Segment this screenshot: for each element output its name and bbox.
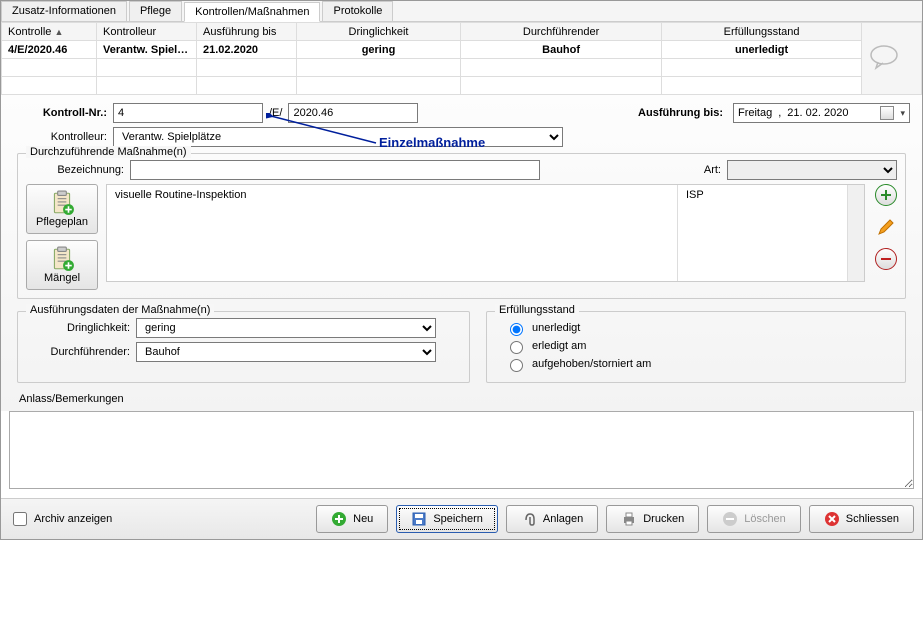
edit-measure-button[interactable] xyxy=(875,216,897,238)
clipboard-add-icon xyxy=(49,246,75,272)
tab-strip: Zusatz-Informationen Pflege Kontrollen/M… xyxy=(1,1,922,21)
kontrollnr-sep: /E/ xyxy=(263,107,288,119)
tab-protokolle[interactable]: Protokolle xyxy=(322,1,393,21)
schliessen-label: Schliessen xyxy=(846,513,899,525)
plus-circle-icon xyxy=(331,511,347,527)
paperclip-icon xyxy=(521,511,537,527)
calendar-icon[interactable] xyxy=(880,106,894,120)
bezeichnung-label: Bezeichnung: xyxy=(50,164,130,176)
loeschen-label: Löschen xyxy=(744,513,786,525)
neu-button[interactable]: Neu xyxy=(316,505,388,533)
exec-fieldset: Ausführungsdaten der Maßnahme(n) Dringli… xyxy=(17,311,470,383)
pflegeplan-button[interactable]: Pflegeplan xyxy=(26,184,98,234)
save-icon xyxy=(411,511,427,527)
dringlichkeit-select[interactable]: gering xyxy=(136,318,436,338)
main-window: Zusatz-Informationen Pflege Kontrollen/M… xyxy=(0,0,923,540)
measures-fieldset: Durchzuführende Maßnahme(n) Bezeichnung:… xyxy=(17,153,906,299)
table-row[interactable]: 4/E/2020.46 Verantw. Spiel… 21.02.2020 g… xyxy=(2,41,922,59)
scrollbar[interactable] xyxy=(848,185,864,281)
radio-unerledigt[interactable]: unerledigt xyxy=(505,320,897,336)
tab-kontrollen[interactable]: Kontrollen/Maßnahmen xyxy=(184,2,320,22)
maengel-button[interactable]: Mängel xyxy=(26,240,98,290)
tab-pflege[interactable]: Pflege xyxy=(129,1,182,21)
loeschen-button[interactable]: Löschen xyxy=(707,505,801,533)
durchfuehrender-label: Durchführender: xyxy=(26,346,136,358)
drucken-button[interactable]: Drucken xyxy=(606,505,699,533)
radio-aufgehoben-label: aufgehoben/storniert am xyxy=(532,358,651,370)
kontrollnr-suffix-input[interactable] xyxy=(288,103,418,123)
pencil-icon xyxy=(876,217,896,237)
exec-legend: Ausführungsdaten der Maßnahme(n) xyxy=(26,304,214,316)
radio-aufgehoben[interactable]: aufgehoben/storniert am xyxy=(505,356,897,372)
tab-zusatz[interactable]: Zusatz-Informationen xyxy=(1,1,127,21)
add-measure-button[interactable] xyxy=(875,184,897,206)
archive-checkbox[interactable]: Archiv anzeigen xyxy=(9,509,112,529)
durchfuehrender-select[interactable]: Bauhof xyxy=(136,342,436,362)
radio-erledigt[interactable]: erledigt am xyxy=(505,338,897,354)
radio-unerledigt-label: unerledigt xyxy=(532,322,580,334)
controls-grid[interactable]: Kontrolle ▲ Kontrolleur Ausführung bis D… xyxy=(1,22,922,95)
cell-kontrolle: 4/E/2020.46 xyxy=(2,41,97,59)
chevron-down-icon[interactable]: ▾ xyxy=(900,108,905,119)
measure-name-cell: visuelle Routine-Inspektion xyxy=(107,185,678,281)
measure-code-cell: ISP xyxy=(678,185,848,281)
tab-content: Kontrolle ▲ Kontrolleur Ausführung bis D… xyxy=(1,21,922,539)
minus-circle-icon xyxy=(722,511,738,527)
art-select[interactable] xyxy=(727,160,897,180)
ausfuehrung-bis-datepicker[interactable]: Freitag , 21. 02. 2020 ▾ xyxy=(733,103,910,123)
remarks-label: Anlass/Bemerkungen xyxy=(19,393,906,405)
drucken-label: Drucken xyxy=(643,513,684,525)
empty-row xyxy=(2,59,922,77)
cell-durchfuehrender: Bauhof xyxy=(461,41,662,59)
speichern-label: Speichern xyxy=(433,513,483,525)
speichern-button[interactable]: Speichern xyxy=(396,505,498,533)
close-circle-icon xyxy=(824,511,840,527)
plus-icon xyxy=(879,188,893,202)
maengel-label: Mängel xyxy=(44,272,80,284)
neu-label: Neu xyxy=(353,513,373,525)
bezeichnung-input[interactable] xyxy=(130,160,540,180)
measures-list[interactable]: visuelle Routine-Inspektion ISP xyxy=(106,184,865,282)
cell-dringlichkeit: gering xyxy=(297,41,461,59)
anlagen-label: Anlagen xyxy=(543,513,583,525)
radio-erledigt-label: erledigt am xyxy=(532,340,586,352)
cell-ausf-bis: 21.02.2020 xyxy=(197,41,297,59)
fulfil-fieldset: Erfüllungsstand unerledigt erledigt am a… xyxy=(486,311,906,383)
speech-bubble-icon xyxy=(868,44,900,70)
printer-icon xyxy=(621,511,637,527)
col-ausfuehrung-bis[interactable]: Ausführung bis xyxy=(197,23,297,41)
remove-measure-button[interactable] xyxy=(875,248,897,270)
date-dayname: Freitag xyxy=(738,107,772,119)
empty-row xyxy=(2,77,922,95)
col-erfuellungsstand[interactable]: Erfüllungsstand xyxy=(662,23,862,41)
bottom-bar: Archiv anzeigen Neu Speichern Anlagen Dr… xyxy=(1,498,922,539)
cell-kontrolleur: Verantw. Spiel… xyxy=(97,41,197,59)
col-kontrolle-label: Kontrolle xyxy=(8,26,51,38)
cell-erfuellung: unerledigt xyxy=(662,41,862,59)
col-kontrolle[interactable]: Kontrolle ▲ xyxy=(2,23,97,41)
col-kontrolleur[interactable]: Kontrolleur xyxy=(97,23,197,41)
sort-asc-icon: ▲ xyxy=(54,27,63,37)
form-area: Kontroll-Nr.: /E/ Ausführung bis: Freita… xyxy=(1,95,922,411)
fulfil-legend: Erfüllungsstand xyxy=(495,304,579,316)
col-dringlichkeit[interactable]: Dringlichkeit xyxy=(297,23,461,41)
minus-icon xyxy=(879,252,893,266)
anlagen-button[interactable]: Anlagen xyxy=(506,505,598,533)
art-label: Art: xyxy=(704,164,721,176)
clipboard-add-icon xyxy=(49,190,75,216)
ausfuehrung-bis-label: Ausführung bis: xyxy=(638,107,723,119)
remarks-textarea[interactable] xyxy=(9,411,914,489)
pflegeplan-label: Pflegeplan xyxy=(36,216,88,228)
measures-legend: Durchzuführende Maßnahme(n) xyxy=(26,146,191,158)
dringlichkeit-label: Dringlichkeit: xyxy=(26,322,136,334)
comment-bubble-cell[interactable] xyxy=(862,23,922,95)
archive-label: Archiv anzeigen xyxy=(34,513,112,525)
kontrollnr-input[interactable] xyxy=(113,103,263,123)
date-value: 21. 02. 2020 xyxy=(787,107,848,119)
kontrolleur-label: Kontrolleur: xyxy=(13,131,113,143)
schliessen-button[interactable]: Schliessen xyxy=(809,505,914,533)
col-durchfuehrender[interactable]: Durchführender xyxy=(461,23,662,41)
kontrolleur-select[interactable]: Verantw. Spielplätze xyxy=(113,127,563,147)
kontrollnr-label: Kontroll-Nr.: xyxy=(13,107,113,119)
